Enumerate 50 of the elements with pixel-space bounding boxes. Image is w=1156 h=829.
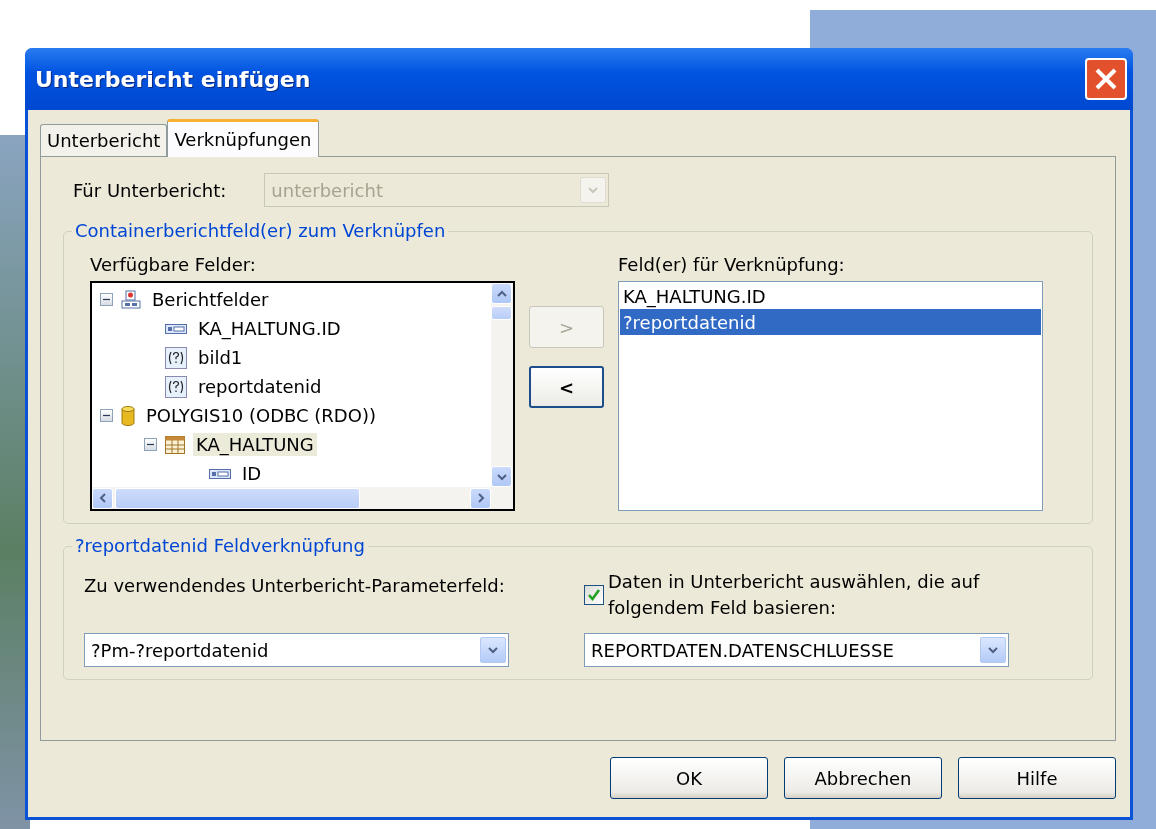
chevron-down-icon: [587, 184, 600, 196]
minus-icon: [147, 441, 154, 448]
tree-item[interactable]: ID: [239, 462, 265, 485]
collapse-toggle[interactable]: [100, 409, 113, 422]
field-label: Zu verwendendes Unterbericht-Parameterfeld:: [84, 574, 506, 596]
list-item[interactable]: KA_HALTUNG.ID: [620, 283, 1041, 309]
chevron-down-icon: [487, 644, 499, 656]
dialog-button[interactable]: Abbrechen: [784, 757, 942, 799]
tree-item[interactable]: bild1: [195, 346, 246, 369]
list-item[interactable]: ?reportdatenid: [620, 309, 1041, 335]
parameter-icon: [165, 375, 187, 398]
checkbox[interactable]: [584, 585, 604, 605]
scrollbar-thumb[interactable]: [115, 487, 360, 509]
horizontal-scrollbar[interactable]: [92, 487, 491, 509]
group-title: ?reportdatenid Feldverknüpfung: [72, 535, 368, 556]
move-button[interactable]: <: [529, 366, 604, 408]
field-icon: [209, 468, 231, 479]
tree-item[interactable]: Berichtfelder: [149, 288, 272, 311]
checkbox-label: Daten in Unterbericht auswählen, die auf folgendem Feld basieren:: [608, 570, 981, 620]
cylinder-icon: [121, 405, 135, 426]
tree-item[interactable]: KA_HALTUNG: [193, 433, 317, 456]
minus-icon: [103, 412, 110, 419]
dialog-button[interactable]: Hilfe: [958, 757, 1116, 799]
minus-icon: [103, 296, 110, 303]
parameter-dropdown[interactable]: ?Pm-?reportdatenid: [84, 633, 509, 667]
window-title: Unterbericht einfügen: [35, 66, 311, 92]
close-icon: [1094, 67, 1118, 91]
scrollbar-corner: [491, 487, 513, 509]
report-icon: [121, 289, 141, 310]
dialog-button[interactable]: OK: [610, 757, 768, 799]
field-label: Feld(er) für Verknüpfung:: [618, 254, 846, 275]
check-icon: [587, 588, 601, 602]
parameter-icon: [165, 346, 187, 369]
tab[interactable]: Verknüpfungen: [167, 119, 319, 157]
vertical-scrollbar[interactable]: [491, 283, 513, 487]
tab[interactable]: Unterbericht: [40, 124, 168, 156]
field-label: Verfügbare Felder:: [90, 254, 257, 275]
tree-item[interactable]: reportdatenid: [195, 375, 325, 398]
group-title: Containerberichtfeld(er) zum Verknüpfen: [72, 220, 449, 241]
scrollbar-thumb[interactable]: [491, 306, 512, 320]
collapse-toggle[interactable]: [144, 438, 157, 451]
tree-item[interactable]: KA_HALTUNG.ID: [195, 317, 344, 340]
field-icon: [165, 323, 187, 334]
field-dropdown[interactable]: REPORTDATEN.DATENSCHLUESSE: [584, 633, 1009, 667]
close-button[interactable]: [1085, 58, 1127, 100]
field-label: Für Unterbericht:: [73, 179, 227, 201]
tree-item[interactable]: POLYGIS10 (ODBC (RDO)): [143, 404, 379, 427]
table-icon: [165, 435, 185, 454]
collapse-toggle[interactable]: [100, 293, 113, 306]
chevron-down-icon: [987, 644, 999, 656]
